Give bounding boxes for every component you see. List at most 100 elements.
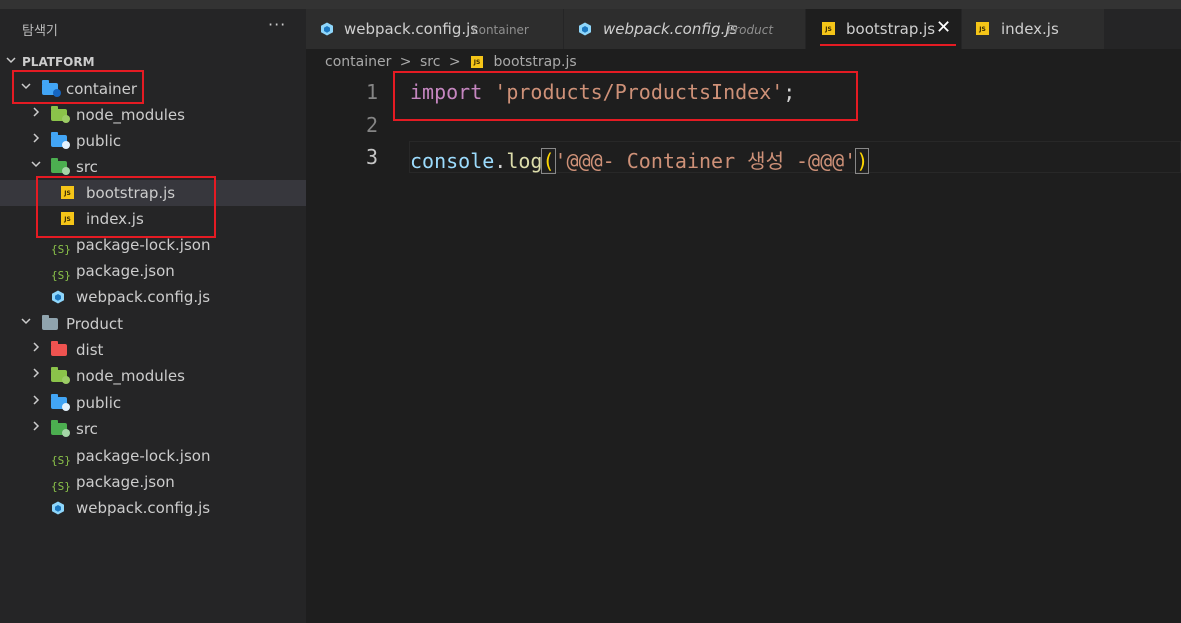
explorer-sidebar: 탐색기 ··· PLATFORM container node_modules …: [0, 9, 306, 623]
folder-container-icon: [42, 80, 61, 97]
js-file-icon: JS: [471, 56, 484, 68]
tree-item-src-product[interactable]: src: [0, 416, 306, 442]
folder-public-icon: [51, 394, 70, 411]
line-number: 2: [365, 113, 378, 137]
webpack-icon: [51, 501, 67, 515]
tree-item-node-modules[interactable]: node_modules: [0, 102, 306, 128]
line-number: 3: [365, 145, 378, 169]
explorer-header: 탐색기 ···: [0, 9, 306, 47]
breadcrumb-separator: >: [399, 54, 412, 70]
chevron-right-icon: [30, 341, 42, 353]
breadcrumb-item-container[interactable]: container: [325, 54, 391, 70]
tree-item-label: node_modules: [76, 367, 185, 385]
tree-item-label: package.json: [76, 262, 175, 280]
tree-item-webpack-config-js[interactable]: webpack.config.js: [0, 284, 306, 310]
tree-item-src[interactable]: src: [0, 154, 306, 180]
json-file-icon: {S}: [51, 454, 71, 467]
semicolon: ;: [783, 80, 796, 104]
tree-item-container[interactable]: container: [0, 76, 306, 102]
open-paren: (: [541, 148, 556, 174]
tree-item-node-modules-product[interactable]: node_modules: [0, 363, 306, 389]
js-file-icon: JS: [822, 22, 835, 35]
breadcrumb-item-src[interactable]: src: [420, 54, 440, 70]
tree-item-label: dist: [76, 341, 104, 359]
breadcrumb-separator: >: [448, 54, 461, 70]
tree-item-package-json[interactable]: {S} package.json: [0, 258, 306, 284]
workspace-name: PLATFORM: [22, 55, 95, 69]
folder-public-icon: [51, 132, 70, 149]
tab-description: container: [472, 23, 529, 37]
tab-label: webpack.config.js: [344, 20, 479, 38]
chevron-right-icon: [30, 132, 42, 144]
chevron-down-icon: [5, 54, 17, 66]
folder-node-icon: [51, 106, 70, 123]
chevron-right-icon: [30, 420, 42, 432]
tab-label: index.js: [1001, 20, 1059, 38]
editor-tab-bar: webpack.config.js container webpack.conf…: [306, 9, 1181, 49]
tab-label: bootstrap.js: [846, 20, 936, 38]
more-actions-icon[interactable]: ···: [268, 15, 286, 34]
tree-item-package-lock-json-product[interactable]: {S} package-lock.json: [0, 443, 306, 469]
webpack-icon: [320, 22, 334, 36]
import-path-string: 'products/ProductsIndex': [494, 80, 784, 104]
chevron-right-icon: [30, 106, 42, 118]
workspace-section-header[interactable]: PLATFORM: [0, 52, 306, 74]
code-editor[interactable]: 1 2 3 import 'products/ProductsIndex'; c…: [306, 76, 1181, 623]
tree-item-label: public: [76, 132, 122, 150]
tree-item-label: webpack.config.js: [76, 288, 211, 306]
tree-item-label: container: [66, 80, 138, 98]
code-line-3[interactable]: console.log('@@@- Container 생성 -@@@'): [410, 145, 870, 174]
explorer-title: 탐색기: [22, 24, 58, 39]
tab-label: webpack.config.js: [603, 20, 738, 38]
tree-item-index-js[interactable]: JS index.js: [0, 206, 306, 232]
breadcrumb: container > src > JS bootstrap.js: [325, 54, 577, 70]
tree-item-product[interactable]: Product: [0, 311, 306, 337]
breadcrumb-item-file[interactable]: bootstrap.js: [494, 54, 577, 70]
tree-item-label: bootstrap.js: [86, 184, 176, 202]
log-message-string: '@@@- Container 생성 -@@@': [554, 149, 857, 173]
tree-item-label: index.js: [86, 210, 144, 228]
tree-item-webpack-config-js-product[interactable]: webpack.config.js: [0, 495, 306, 521]
tab-description: Product: [727, 23, 774, 37]
webpack-icon: [51, 290, 67, 304]
tab-index-js[interactable]: JS index.js: [962, 9, 1105, 49]
tree-item-dist[interactable]: dist: [0, 337, 306, 363]
tree-item-label: src: [76, 158, 98, 176]
js-file-icon: JS: [61, 186, 77, 200]
close-paren: ): [855, 148, 870, 174]
json-file-icon: {S}: [51, 480, 71, 493]
folder-node-icon: [51, 367, 70, 384]
tree-item-bootstrap-js[interactable]: JS bootstrap.js: [0, 180, 306, 206]
code-line-1[interactable]: import 'products/ProductsIndex';: [410, 80, 795, 104]
line-number: 1: [365, 80, 378, 104]
folder-src-icon: [51, 420, 70, 437]
close-icon[interactable]: ✕: [936, 17, 951, 38]
chevron-right-icon: [30, 367, 42, 379]
log-method: log: [506, 149, 543, 173]
title-strip: [0, 0, 1181, 9]
console-object: console: [410, 149, 495, 173]
tree-item-package-json-product[interactable]: {S} package.json: [0, 469, 306, 495]
folder-icon: [42, 315, 58, 331]
chevron-down-icon: [30, 158, 42, 170]
tree-item-label: Product: [66, 315, 123, 333]
tab-webpack-config-container[interactable]: webpack.config.js container: [306, 9, 564, 49]
tree-item-public[interactable]: public: [0, 128, 306, 154]
webpack-icon: [578, 22, 592, 36]
tab-webpack-config-product[interactable]: webpack.config.js Product: [564, 9, 806, 49]
tab-bootstrap-js[interactable]: JS bootstrap.js ✕: [806, 9, 962, 49]
chevron-down-icon: [20, 80, 32, 92]
tree-item-label: package-lock.json: [76, 447, 211, 465]
chevron-right-icon: [30, 394, 42, 406]
tree-item-package-lock-json[interactable]: {S} package-lock.json: [0, 232, 306, 258]
js-file-icon: JS: [976, 22, 989, 35]
tree-item-public-product[interactable]: public: [0, 390, 306, 416]
dot-operator: .: [494, 149, 507, 173]
json-file-icon: {S}: [51, 243, 71, 256]
keyword-import: import: [410, 80, 483, 104]
json-file-icon: {S}: [51, 269, 71, 282]
folder-dist-icon: [51, 341, 67, 357]
tree-item-label: package-lock.json: [76, 236, 211, 254]
folder-src-icon: [51, 158, 70, 175]
